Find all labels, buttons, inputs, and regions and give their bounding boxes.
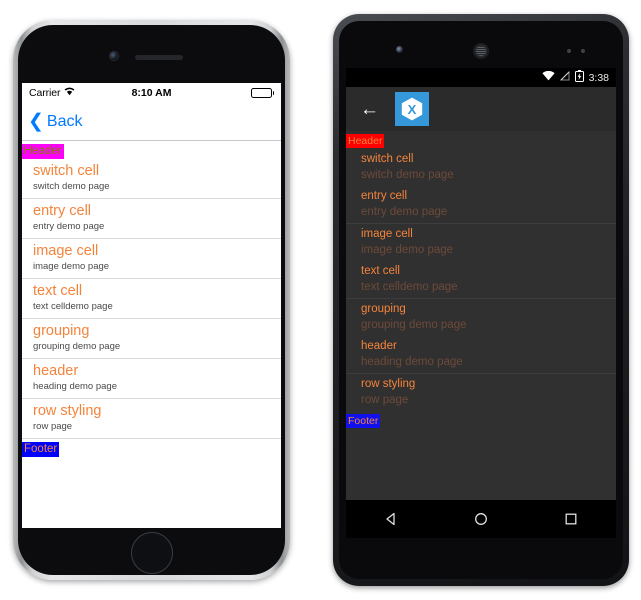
iphone-device-frame: Carrier 8:10 AM ❮ Back Header switch cel…: [13, 20, 290, 580]
carrier-label: Carrier: [29, 87, 61, 99]
front-camera-icon: [396, 46, 403, 53]
android-list-view[interactable]: Header switch cell switch demo page entry …: [346, 131, 616, 429]
arrow-left-icon[interactable]: ←: [360, 100, 379, 119]
list-footer-label: Footer: [346, 414, 381, 428]
screenshot-stage: Carrier 8:10 AM ❮ Back Header switch cel…: [0, 0, 641, 600]
list-item-title: image cell: [361, 228, 413, 240]
android-list-header: Header: [346, 131, 616, 149]
front-camera-icon: [110, 52, 118, 60]
list-item-title: header: [361, 340, 397, 352]
list-item-title: row styling: [361, 378, 416, 390]
ios-list-footer: Footer: [22, 439, 281, 457]
list-item-title: switch cell: [33, 163, 100, 179]
list-item-detail: grouping demo page: [361, 319, 467, 331]
list-item[interactable]: header heading demo page: [22, 359, 281, 399]
list-item-detail: heading demo page: [33, 381, 117, 392]
ios-list-header: Header: [22, 141, 281, 159]
android-navigation-bar: [346, 500, 616, 538]
back-button-label: Back: [46, 112, 83, 130]
list-header-label: Header: [22, 144, 64, 159]
list-item[interactable]: grouping grouping demo page: [22, 319, 281, 359]
ios-status-bar: Carrier 8:10 AM: [22, 83, 281, 103]
list-item-title: grouping: [361, 303, 406, 315]
list-item-title: switch cell: [361, 153, 414, 165]
list-item[interactable]: grouping grouping demo page: [346, 299, 616, 336]
list-item[interactable]: row styling row page: [346, 374, 616, 411]
battery-full-icon: [250, 88, 274, 98]
nav-home-circle-icon[interactable]: [457, 500, 505, 538]
list-item-title: row styling: [33, 403, 102, 419]
list-item-detail: text celldemo page: [33, 301, 113, 312]
list-item-title: header: [33, 363, 79, 379]
android-list-footer: Footer: [346, 411, 616, 429]
list-item-detail: grouping demo page: [33, 341, 121, 352]
ios-navigation-bar: ❮ Back: [22, 103, 281, 141]
list-header-label: Header: [346, 134, 385, 148]
list-item[interactable]: image cell image demo page: [346, 224, 616, 261]
svg-text:X: X: [408, 102, 417, 117]
list-item-detail: row page: [361, 394, 409, 406]
ios-list-view[interactable]: Header switch cell switch demo page entry …: [22, 141, 281, 457]
android-app-bar: ← X: [346, 87, 616, 131]
list-item-detail: row page: [33, 421, 73, 432]
wifi-icon: [541, 70, 555, 84]
nav-back-triangle-icon[interactable]: [367, 500, 415, 538]
android-clock: 3:38: [588, 71, 609, 84]
list-item-detail: switch demo page: [33, 181, 110, 192]
list-item-title: text cell: [361, 265, 400, 277]
android-screen: 3:38 ← X Header switch cell switch demo …: [346, 68, 616, 538]
battery-charging-icon: [574, 70, 584, 85]
carrier-group: Carrier: [29, 87, 75, 99]
xamarin-logo-icon: X: [395, 92, 429, 126]
wifi-icon: [64, 87, 75, 99]
list-item-title: entry cell: [33, 203, 92, 219]
android-status-bar: 3:38: [346, 68, 616, 87]
list-item-title: entry cell: [361, 190, 408, 202]
chevron-left-icon: ❮: [28, 111, 44, 132]
list-item[interactable]: switch cell switch demo page: [22, 159, 281, 199]
list-item-detail: image demo page: [361, 244, 454, 256]
list-item[interactable]: entry cell entry demo page: [346, 186, 616, 224]
iphone-body: Carrier 8:10 AM ❮ Back Header switch cel…: [18, 25, 285, 575]
signal-off-icon: [559, 70, 570, 84]
ios-rows-container: switch cell switch demo page entry cell ent…: [22, 159, 281, 439]
android-device-frame: 3:38 ← X Header switch cell switch demo …: [333, 14, 629, 586]
list-item-title: text cell: [33, 283, 83, 299]
android-rows-container: switch cell switch demo page entry cell ent…: [346, 149, 616, 411]
iphone-screen: Carrier 8:10 AM ❮ Back Header switch cel…: [22, 83, 281, 528]
list-item-detail: switch demo page: [361, 169, 454, 181]
list-footer-label: Footer: [22, 442, 60, 457]
list-item-detail: entry demo page: [361, 206, 448, 218]
list-item[interactable]: image cell image demo page: [22, 239, 281, 279]
list-item[interactable]: row styling row page: [22, 399, 281, 439]
list-item[interactable]: switch cell switch demo page: [346, 149, 616, 186]
list-item-detail: heading demo page: [361, 356, 463, 368]
list-item[interactable]: text cell text celldemo page: [22, 279, 281, 319]
earpiece-speaker-icon: [135, 55, 183, 60]
list-item-detail: image demo page: [33, 261, 110, 272]
list-item-title: grouping: [33, 323, 90, 339]
list-item-title: image cell: [33, 243, 99, 259]
list-item[interactable]: text cell text celldemo page: [346, 261, 616, 299]
list-item-detail: text celldemo page: [361, 281, 458, 293]
list-item[interactable]: entry cell entry demo page: [22, 199, 281, 239]
home-button[interactable]: [130, 532, 173, 574]
back-button[interactable]: ❮ Back: [28, 112, 83, 131]
nav-recents-square-icon[interactable]: [547, 500, 595, 538]
list-item[interactable]: header heading demo page: [346, 336, 616, 374]
list-item-detail: entry demo page: [33, 221, 105, 232]
android-body: 3:38 ← X Header switch cell switch demo …: [339, 21, 623, 579]
proximity-sensor-icon: [565, 49, 587, 53]
earpiece-speaker-icon: [473, 43, 489, 59]
